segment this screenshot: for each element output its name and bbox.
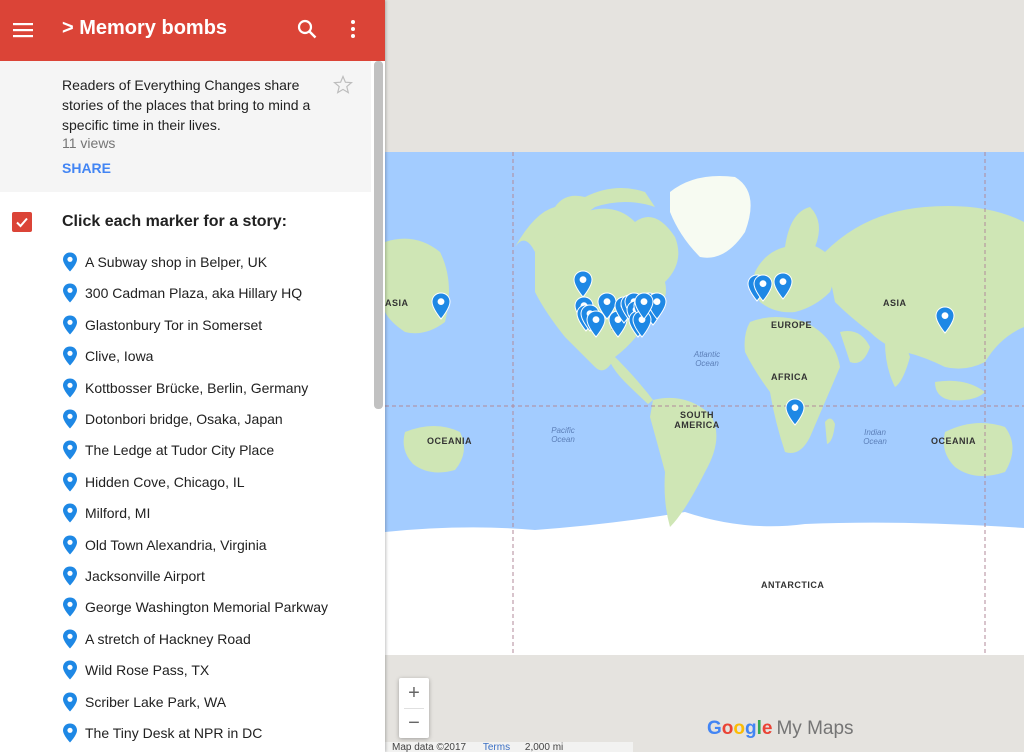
- list-item[interactable]: Scriber Lake Park, WA: [62, 690, 226, 714]
- list-item-label: Dotonbori bridge, Osaka, Japan: [85, 411, 283, 427]
- zoom-out-button[interactable]: −: [399, 708, 429, 738]
- map-marker[interactable]: [773, 272, 793, 300]
- zoom-control: + −: [399, 678, 429, 738]
- place-marker-icon: [62, 346, 78, 366]
- place-marker-icon: [62, 597, 78, 617]
- map-description: Readers of Everything Changes share stor…: [62, 77, 311, 133]
- map-canvas[interactable]: ASIA ASIA EUROPE AFRICA SOUTH AMERICA OC…: [385, 0, 1024, 752]
- place-marker-icon: [62, 629, 78, 649]
- map-marker[interactable]: [634, 292, 654, 320]
- list-item-label: Kottbosser Brücke, Berlin, Germany: [85, 379, 309, 396]
- list-item-label: Scriber Lake Park, WA: [85, 693, 227, 710]
- place-marker-icon: [62, 252, 78, 272]
- list-item[interactable]: A Subway shop in Belper, UK: [62, 250, 267, 274]
- list-item-label: Old Town Alexandria, Virginia: [85, 536, 267, 553]
- list-item[interactable]: Wild Rose Pass, TX: [62, 658, 209, 682]
- menu-icon[interactable]: [12, 19, 34, 41]
- attribution-text: Map data ©2017: [392, 742, 467, 752]
- list-item[interactable]: A stretch of Hackney Road: [62, 627, 251, 651]
- list-item[interactable]: Hidden Cove, Chicago, IL: [62, 470, 245, 494]
- list-item-label: 300 Cadman Plaza, aka Hillary HQ: [85, 285, 303, 302]
- star-icon[interactable]: [333, 75, 353, 95]
- list-item-label: Jacksonville Airport: [85, 568, 205, 584]
- view-count: 11 views: [62, 135, 116, 151]
- list-item[interactable]: George Washington Memorial Parkway: [62, 595, 328, 619]
- list-item[interactable]: Glastonbury Tor in Somerset: [62, 313, 262, 337]
- map-marker[interactable]: [431, 292, 451, 320]
- google-logo: Google: [707, 718, 773, 739]
- place-marker-icon: [62, 503, 78, 523]
- checkmark-icon: [16, 217, 28, 228]
- google-my-maps-logo: Google My Maps: [707, 718, 854, 740]
- place-marker-icon: [62, 660, 78, 680]
- list-item[interactable]: Kottbosser Brücke, Berlin, Germany: [62, 376, 308, 400]
- list-item[interactable]: The Ledge at Tudor City Place: [62, 438, 274, 462]
- place-marker-icon: [62, 472, 78, 492]
- list-item-label: A stretch of Hackney Road: [85, 630, 251, 647]
- more-options-icon[interactable]: [342, 18, 364, 40]
- sidebar: > Memory bombs Readers of Everything Cha…: [0, 0, 385, 752]
- place-marker-icon: [62, 692, 78, 712]
- list-item-label: Wild Rose Pass, TX: [85, 662, 210, 679]
- search-icon[interactable]: [296, 18, 318, 40]
- list-item[interactable]: 300 Cadman Plaza, aka Hillary HQ: [62, 281, 302, 305]
- terms-link[interactable]: Terms: [483, 742, 510, 752]
- place-marker-icon: [62, 409, 78, 429]
- layer-header: Click each marker for a story:: [0, 192, 371, 242]
- map-marker[interactable]: [935, 306, 955, 334]
- map-marker[interactable]: [753, 274, 773, 302]
- place-marker-icon: [62, 535, 78, 555]
- list-item-label: The Ledge at Tudor City Place: [85, 442, 275, 459]
- list-item-label: A Subway shop in Belper, UK: [85, 254, 268, 270]
- list-item-label: George Washington Memorial Parkway: [85, 599, 329, 616]
- share-link[interactable]: SHARE: [62, 160, 111, 176]
- place-marker-icon: [62, 283, 78, 303]
- map-marker[interactable]: [785, 398, 805, 426]
- list-item-label: Hidden Cove, Chicago, IL: [85, 473, 245, 490]
- my-maps-text: My Maps: [776, 718, 854, 739]
- sidebar-scrollbar[interactable]: [374, 61, 383, 409]
- list-item-label: Clive, Iowa: [85, 348, 154, 365]
- list-item[interactable]: The Tiny Desk at NPR in DC: [62, 721, 262, 745]
- list-item[interactable]: Dotonbori bridge, Osaka, Japan: [62, 407, 283, 431]
- scale-label: 2,000 mi: [524, 742, 564, 752]
- list-item[interactable]: Milford, MI: [62, 501, 150, 525]
- zoom-in-button[interactable]: +: [399, 678, 429, 708]
- map-attribution: Map data ©2017 Terms 2,000 mi: [385, 742, 633, 752]
- list-item[interactable]: Old Town Alexandria, Virginia: [62, 533, 267, 557]
- list-item-label: Milford, MI: [85, 505, 151, 522]
- layer-checkbox[interactable]: [12, 212, 32, 232]
- world-map[interactable]: [385, 152, 1024, 655]
- place-marker-icon: [62, 440, 78, 460]
- layer-title: Click each marker for a story:: [62, 213, 287, 230]
- map-title: > Memory bombs: [62, 17, 228, 39]
- map-description-panel: Readers of Everything Changes share stor…: [0, 61, 371, 192]
- list-item[interactable]: Clive, Iowa: [62, 344, 153, 368]
- place-marker-icon: [62, 566, 78, 586]
- list-item-label: Glastonbury Tor in Somerset: [85, 316, 263, 333]
- place-marker-icon: [62, 378, 78, 398]
- place-marker-icon: [62, 723, 78, 743]
- map-marker[interactable]: [573, 270, 593, 298]
- list-item-label: The Tiny Desk at NPR in DC: [85, 725, 263, 741]
- app-bar: > Memory bombs: [0, 0, 385, 61]
- list-item[interactable]: Jacksonville Airport: [62, 564, 205, 588]
- place-marker-icon: [62, 315, 78, 335]
